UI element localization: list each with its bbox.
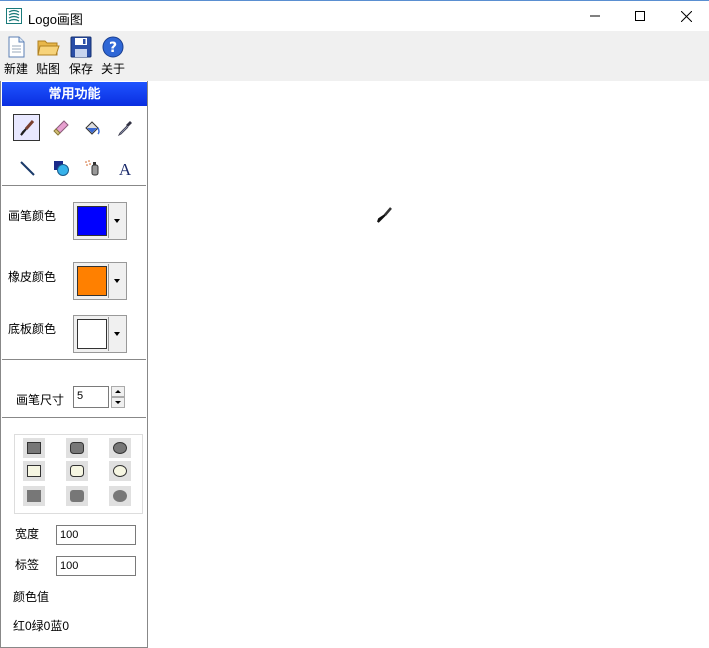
width-label: 宽度 bbox=[15, 527, 40, 541]
bg-color-label: 底板颜色 bbox=[8, 322, 57, 336]
maximize-icon bbox=[635, 11, 645, 21]
window-title: Logo画图 bbox=[28, 12, 83, 27]
eraser-tool[interactable] bbox=[47, 114, 74, 141]
panel-header: 常用功能 bbox=[2, 82, 147, 106]
new-file-icon bbox=[8, 36, 25, 58]
close-button[interactable] bbox=[663, 1, 709, 31]
bg-color-dropdown[interactable] bbox=[108, 317, 125, 351]
save-label: 保存 bbox=[68, 62, 93, 76]
separator bbox=[2, 417, 146, 419]
pen-size-label: 画笔尺寸 bbox=[16, 393, 65, 407]
separator bbox=[2, 185, 146, 187]
width-input[interactable]: 100 bbox=[56, 525, 136, 545]
brush-cursor-icon bbox=[377, 207, 392, 223]
color-value-label: 颜色值 bbox=[13, 590, 50, 604]
ellipse-icon bbox=[113, 442, 127, 454]
line-icon bbox=[19, 160, 35, 176]
shape-ellipse-filled[interactable] bbox=[109, 438, 131, 458]
shape-roundrect-solid[interactable] bbox=[66, 486, 88, 506]
shape-ellipse-outline[interactable] bbox=[109, 461, 131, 481]
close-icon bbox=[680, 10, 692, 22]
eraser-color-swatch bbox=[77, 266, 107, 296]
chevron-down-icon bbox=[114, 219, 120, 223]
eraser-color-dropdown[interactable] bbox=[108, 264, 125, 298]
chevron-up-icon bbox=[115, 390, 121, 393]
svg-text:A: A bbox=[118, 160, 131, 177]
folder-icon bbox=[37, 40, 60, 56]
pen-color-swatch bbox=[77, 206, 107, 236]
shape-tool[interactable] bbox=[47, 154, 74, 181]
text-tool[interactable]: A bbox=[111, 154, 138, 181]
toolbar: 新建 贴图 保存 ? 关于 bbox=[0, 31, 709, 81]
eyedropper-tool[interactable] bbox=[111, 114, 138, 141]
save-icon bbox=[70, 36, 92, 58]
ellipse-icon bbox=[113, 490, 127, 502]
paste-image-button[interactable]: 贴图 bbox=[33, 35, 63, 81]
about-button[interactable]: ? 关于 bbox=[98, 35, 128, 81]
tag-input[interactable]: 100 bbox=[56, 556, 136, 576]
eraser-color-label: 橡皮颜色 bbox=[8, 270, 57, 284]
fill-icon bbox=[84, 120, 100, 135]
minimize-icon bbox=[590, 15, 600, 17]
spin-up-button[interactable] bbox=[111, 386, 125, 397]
text-icon: A bbox=[118, 160, 131, 177]
chevron-down-icon bbox=[115, 401, 121, 404]
fill-tool[interactable] bbox=[78, 114, 105, 141]
svg-text:?: ? bbox=[109, 40, 117, 56]
shape-rect-outline[interactable] bbox=[23, 461, 45, 481]
ellipse-icon bbox=[113, 465, 127, 477]
pen-color-dropdown[interactable] bbox=[108, 204, 125, 238]
rectangle-icon bbox=[27, 442, 41, 454]
bg-color-swatch bbox=[77, 319, 107, 349]
chevron-down-icon bbox=[114, 332, 120, 336]
title-bar: Logo画图 bbox=[0, 0, 709, 31]
pen-color-picker[interactable] bbox=[73, 202, 127, 240]
rgb-readout: 红0绿0蓝0 bbox=[13, 619, 70, 633]
save-button[interactable]: 保存 bbox=[66, 35, 96, 81]
pen-color-label: 画笔颜色 bbox=[8, 209, 57, 223]
shape-ellipse-solid[interactable] bbox=[109, 486, 131, 506]
app-logo-icon bbox=[6, 8, 22, 24]
shape-roundrect-filled[interactable] bbox=[66, 438, 88, 458]
help-icon: ? bbox=[102, 36, 124, 58]
line-tool[interactable] bbox=[13, 154, 40, 181]
eyedropper-icon bbox=[117, 120, 132, 136]
new-label: 新建 bbox=[3, 62, 28, 76]
shape-rect-solid[interactable] bbox=[23, 486, 45, 506]
tool-panel: 常用功能 A 画笔颜色 橡皮颜色 底板颜色 画笔尺寸 5 宽度 100 标签 1… bbox=[0, 81, 148, 648]
chevron-down-icon bbox=[114, 279, 120, 283]
shape-roundrect-outline[interactable] bbox=[66, 461, 88, 481]
rectangle-icon bbox=[27, 465, 41, 477]
rounded-rectangle-icon bbox=[70, 490, 84, 502]
bg-color-picker[interactable] bbox=[73, 315, 127, 353]
spray-tool[interactable] bbox=[78, 154, 105, 181]
app-window: Logo画图 新建 贴图 保存 ? 关于 常用功能 A 画笔颜色 橡皮颜色 底板… bbox=[0, 0, 709, 648]
rounded-rectangle-icon bbox=[70, 465, 84, 477]
about-label: 关于 bbox=[100, 62, 125, 76]
drawing-canvas[interactable] bbox=[149, 81, 709, 648]
spin-down-button[interactable] bbox=[111, 397, 125, 408]
spray-icon bbox=[84, 159, 98, 175]
pen-size-input[interactable]: 5 bbox=[73, 386, 109, 408]
shape-style-grid bbox=[14, 434, 143, 514]
brush-icon bbox=[19, 119, 34, 136]
separator bbox=[2, 359, 146, 361]
brush-tool[interactable] bbox=[13, 114, 40, 141]
maximize-button[interactable] bbox=[617, 1, 663, 31]
eraser-color-picker[interactable] bbox=[73, 262, 127, 300]
tag-label: 标签 bbox=[15, 558, 40, 572]
shape-icon bbox=[53, 160, 69, 176]
paste-image-label: 贴图 bbox=[35, 62, 60, 76]
eraser-icon bbox=[52, 119, 69, 136]
new-button[interactable]: 新建 bbox=[1, 35, 31, 81]
shape-rect-filled[interactable] bbox=[23, 438, 45, 458]
rectangle-icon bbox=[27, 490, 41, 502]
rounded-rectangle-icon bbox=[70, 442, 84, 454]
minimize-button[interactable] bbox=[572, 1, 618, 31]
pen-size-spinner bbox=[111, 386, 125, 408]
